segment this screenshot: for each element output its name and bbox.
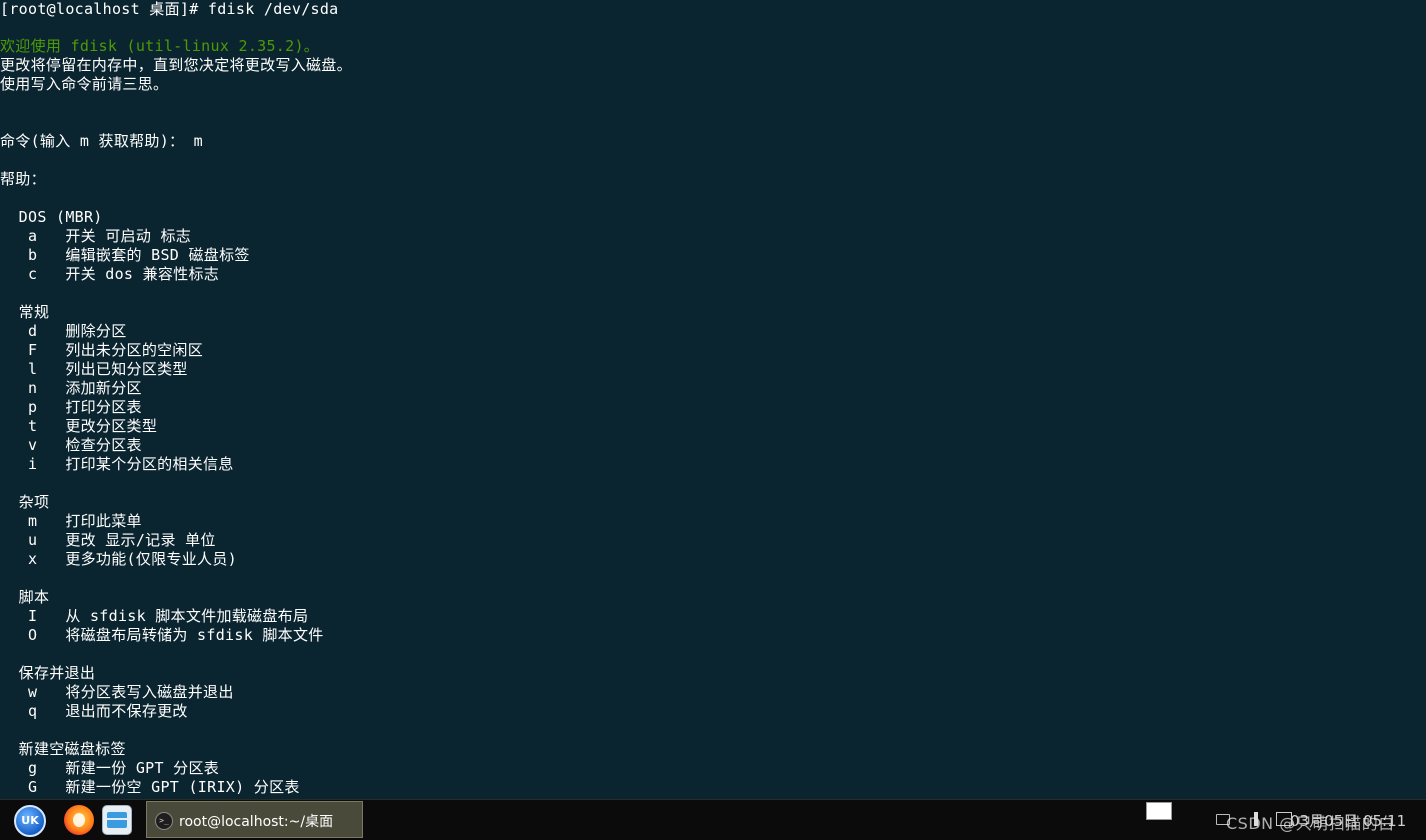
terminal-line-section: 常规 — [0, 303, 50, 321]
terminal-line-option: n 添加新分区 — [0, 379, 142, 397]
terminal-line-option: i 打印某个分区的相关信息 — [0, 455, 234, 473]
terminal-line-option: c 开关 dos 兼容性标志 — [0, 265, 220, 283]
terminal-line-option: a 开关 可启动 标志 — [0, 227, 192, 245]
terminal-line-help: 帮助： — [0, 170, 46, 188]
terminal-line-option: G 新建一份空 GPT (IRIX) 分区表 — [0, 778, 300, 796]
terminal-line-welcome: 欢迎使用 fdisk (util-linux 2.35.2)。 — [0, 37, 320, 55]
taskbar: UK >_ root@localhost:~/桌面 03月05日 05:11 C… — [0, 799, 1426, 840]
terminal-line-option: I 从 sfdisk 脚本文件加载磁盘布局 — [0, 607, 309, 625]
terminal-line-option: v 检查分区表 — [0, 436, 142, 454]
terminal-line-option: p 打印分区表 — [0, 398, 142, 416]
watermark: CSDN @只萌扫描的白 — [1226, 814, 1395, 833]
terminal-line-option: x 更多功能(仅限专业人员) — [0, 550, 237, 568]
terminal-line-prompt: [root@localhost 桌面]# fdisk /dev/sda — [0, 0, 339, 18]
terminal-line-option: g 新建一份 GPT 分区表 — [0, 759, 220, 777]
terminal-line-option: m 打印此菜单 — [0, 512, 142, 530]
terminal-line-option: t 更改分区类型 — [0, 417, 158, 435]
terminal-line-section: 新建空磁盘标签 — [0, 740, 126, 758]
terminal-line-option: d 删除分区 — [0, 322, 127, 340]
terminal-line: 使用写入命令前请三思。 — [0, 75, 169, 93]
terminal-line-command: 命令(输入 m 获取帮助)： m — [0, 132, 204, 150]
terminal-icon: >_ — [155, 812, 173, 830]
terminal-line-option: l 列出已知分区类型 — [0, 360, 188, 378]
firefox-icon[interactable] — [64, 805, 94, 835]
terminal-line-section: 脚本 — [0, 588, 50, 606]
taskbar-item-label: root@localhost:~/桌面 — [179, 814, 334, 830]
uk-logo-icon[interactable]: UK — [14, 805, 46, 837]
terminal-line-option: O 将磁盘布局转储为 sfdisk 脚本文件 — [0, 626, 324, 644]
terminal-line: 更改将停留在内存中，直到您决定将更改写入磁盘。 — [0, 56, 352, 74]
terminal-line-option: w 将分区表写入磁盘并退出 — [0, 683, 234, 701]
tray-window-indicator[interactable] — [1146, 802, 1172, 820]
terminal-line-section: 杂项 — [0, 493, 50, 511]
file-manager-icon[interactable] — [102, 805, 132, 835]
terminal-window[interactable]: [root@localhost 桌面]# fdisk /dev/sda 欢迎使用… — [0, 0, 1426, 799]
terminal-line-section: DOS (MBR) — [0, 208, 103, 226]
terminal-line-option: u 更改 显示/记录 单位 — [0, 531, 216, 549]
taskbar-item-terminal[interactable]: >_ root@localhost:~/桌面 — [146, 801, 363, 838]
desktop-screen: [root@localhost 桌面]# fdisk /dev/sda 欢迎使用… — [0, 0, 1426, 840]
terminal-line-option: b 编辑嵌套的 BSD 磁盘标签 — [0, 246, 250, 264]
terminal-line-option: q 退出而不保存更改 — [0, 702, 188, 720]
terminal-line-section: 保存并退出 — [0, 664, 96, 682]
terminal-line-option: F 列出未分区的空闲区 — [0, 341, 204, 359]
